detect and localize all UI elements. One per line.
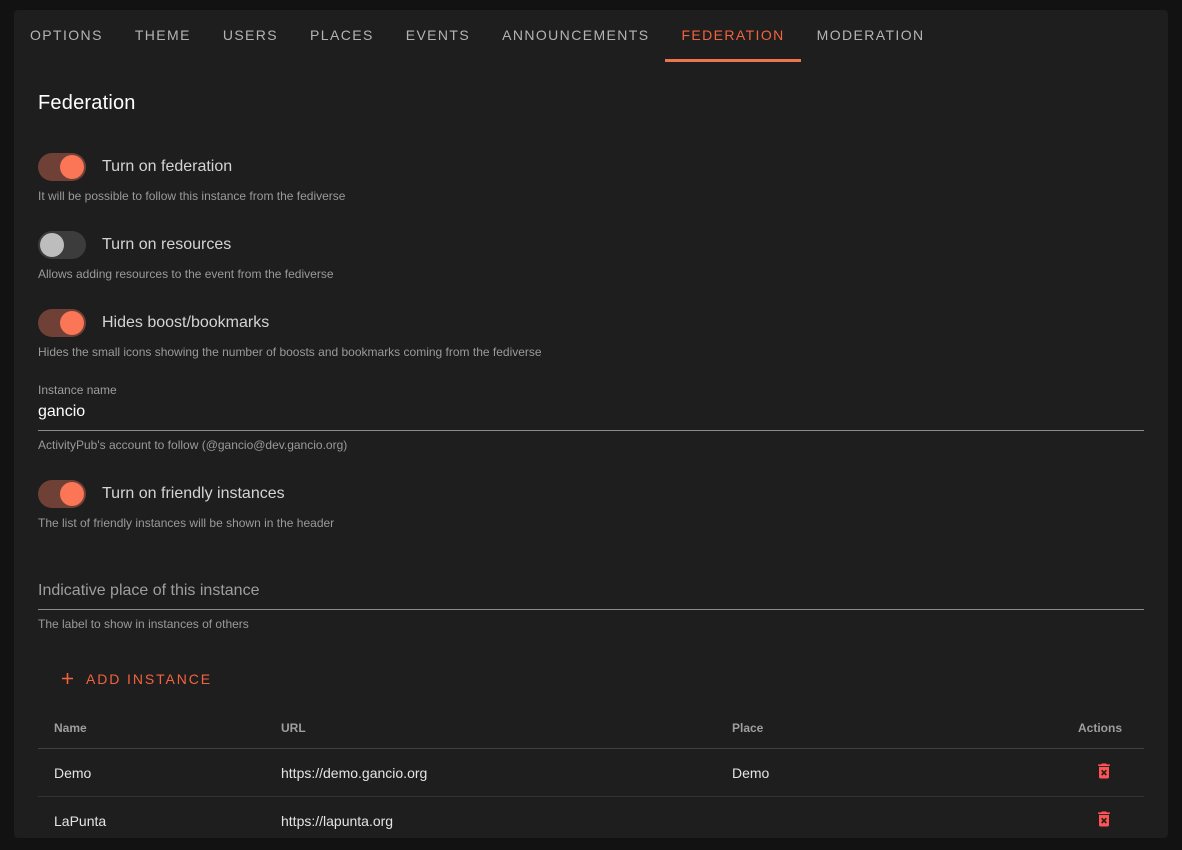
plus-icon [58,669,77,688]
toggle-thumb [60,155,84,179]
add-instance-button-label: ADD INSTANCE [86,671,212,687]
setting-friendly-instances: Turn on friendly instances The list of f… [38,480,1144,530]
setting-instance-place: The label to show in instances of others [38,576,1144,631]
friendly-instances-toggle-label: Turn on friendly instances [102,485,285,503]
instance-name-label: Instance name [38,383,1144,397]
instance-name-input[interactable] [38,397,1144,431]
federation-settings-panel: Federation Turn on federation It will be… [14,92,1168,838]
add-instance-button[interactable]: ADD INSTANCE [58,669,212,688]
delete-instance-button[interactable] [1086,755,1122,791]
delete-instance-button[interactable] [1086,803,1122,839]
instance-place-cell: Demo [716,765,1050,781]
col-header-url: URL [265,721,716,735]
tab-moderation[interactable]: MODERATION [801,10,941,62]
toggle-thumb [60,311,84,335]
col-header-name: Name [38,721,265,735]
federation-toggle-label: Turn on federation [102,158,232,176]
table-header-row: Name URL Place Actions [38,707,1144,749]
boost-bookmarks-toggle-hint: Hides the small icons showing the number… [38,345,1144,359]
instance-name-cell: Demo [38,765,265,781]
tab-theme[interactable]: THEME [119,10,207,62]
instance-name-cell: LaPunta [38,813,265,829]
setting-resources: Turn on resources Allows adding resource… [38,231,1144,281]
instance-place-hint: The label to show in instances of others [38,617,1144,631]
instances-table: Name URL Place Actions Demo https://demo… [38,707,1144,838]
federation-toggle[interactable] [38,153,86,181]
boost-bookmarks-toggle[interactable] [38,309,86,337]
federation-toggle-hint: It will be possible to follow this insta… [38,189,1144,203]
col-header-place: Place [716,721,1050,735]
col-header-actions: Actions [1050,721,1144,735]
instance-url-cell: https://lapunta.org [265,813,716,829]
toggle-thumb [40,233,64,257]
page-title: Federation [38,92,1144,115]
instance-name-hint: ActivityPub's account to follow (@gancio… [38,438,1144,452]
tab-users[interactable]: USERS [207,10,294,62]
tab-announcements[interactable]: ANNOUNCEMENTS [486,10,665,62]
admin-panel-card: OPTIONS THEME USERS PLACES EVENTS ANNOUN… [14,10,1168,838]
tab-places[interactable]: PLACES [294,10,390,62]
trash-x-icon [1094,809,1114,832]
resources-toggle-hint: Allows adding resources to the event fro… [38,267,1144,281]
toggle-thumb [60,482,84,506]
setting-boost-bookmarks: Hides boost/bookmarks Hides the small ic… [38,309,1144,359]
instance-place-input[interactable] [38,576,1144,610]
table-row: LaPunta https://lapunta.org [38,797,1144,838]
boost-bookmarks-toggle-label: Hides boost/bookmarks [102,314,269,332]
trash-x-icon [1094,761,1114,784]
tab-events[interactable]: EVENTS [390,10,486,62]
setting-instance-name: Instance name ActivityPub's account to f… [38,383,1144,452]
instance-url-cell: https://demo.gancio.org [265,765,716,781]
setting-federation: Turn on federation It will be possible t… [38,153,1144,203]
resources-toggle[interactable] [38,231,86,259]
table-row: Demo https://demo.gancio.org Demo [38,749,1144,797]
tab-federation[interactable]: FEDERATION [665,10,800,62]
friendly-instances-toggle[interactable] [38,480,86,508]
admin-tabbar: OPTIONS THEME USERS PLACES EVENTS ANNOUN… [14,10,1168,62]
tab-options[interactable]: OPTIONS [14,10,119,62]
resources-toggle-label: Turn on resources [102,236,231,254]
friendly-instances-toggle-hint: The list of friendly instances will be s… [38,516,1144,530]
